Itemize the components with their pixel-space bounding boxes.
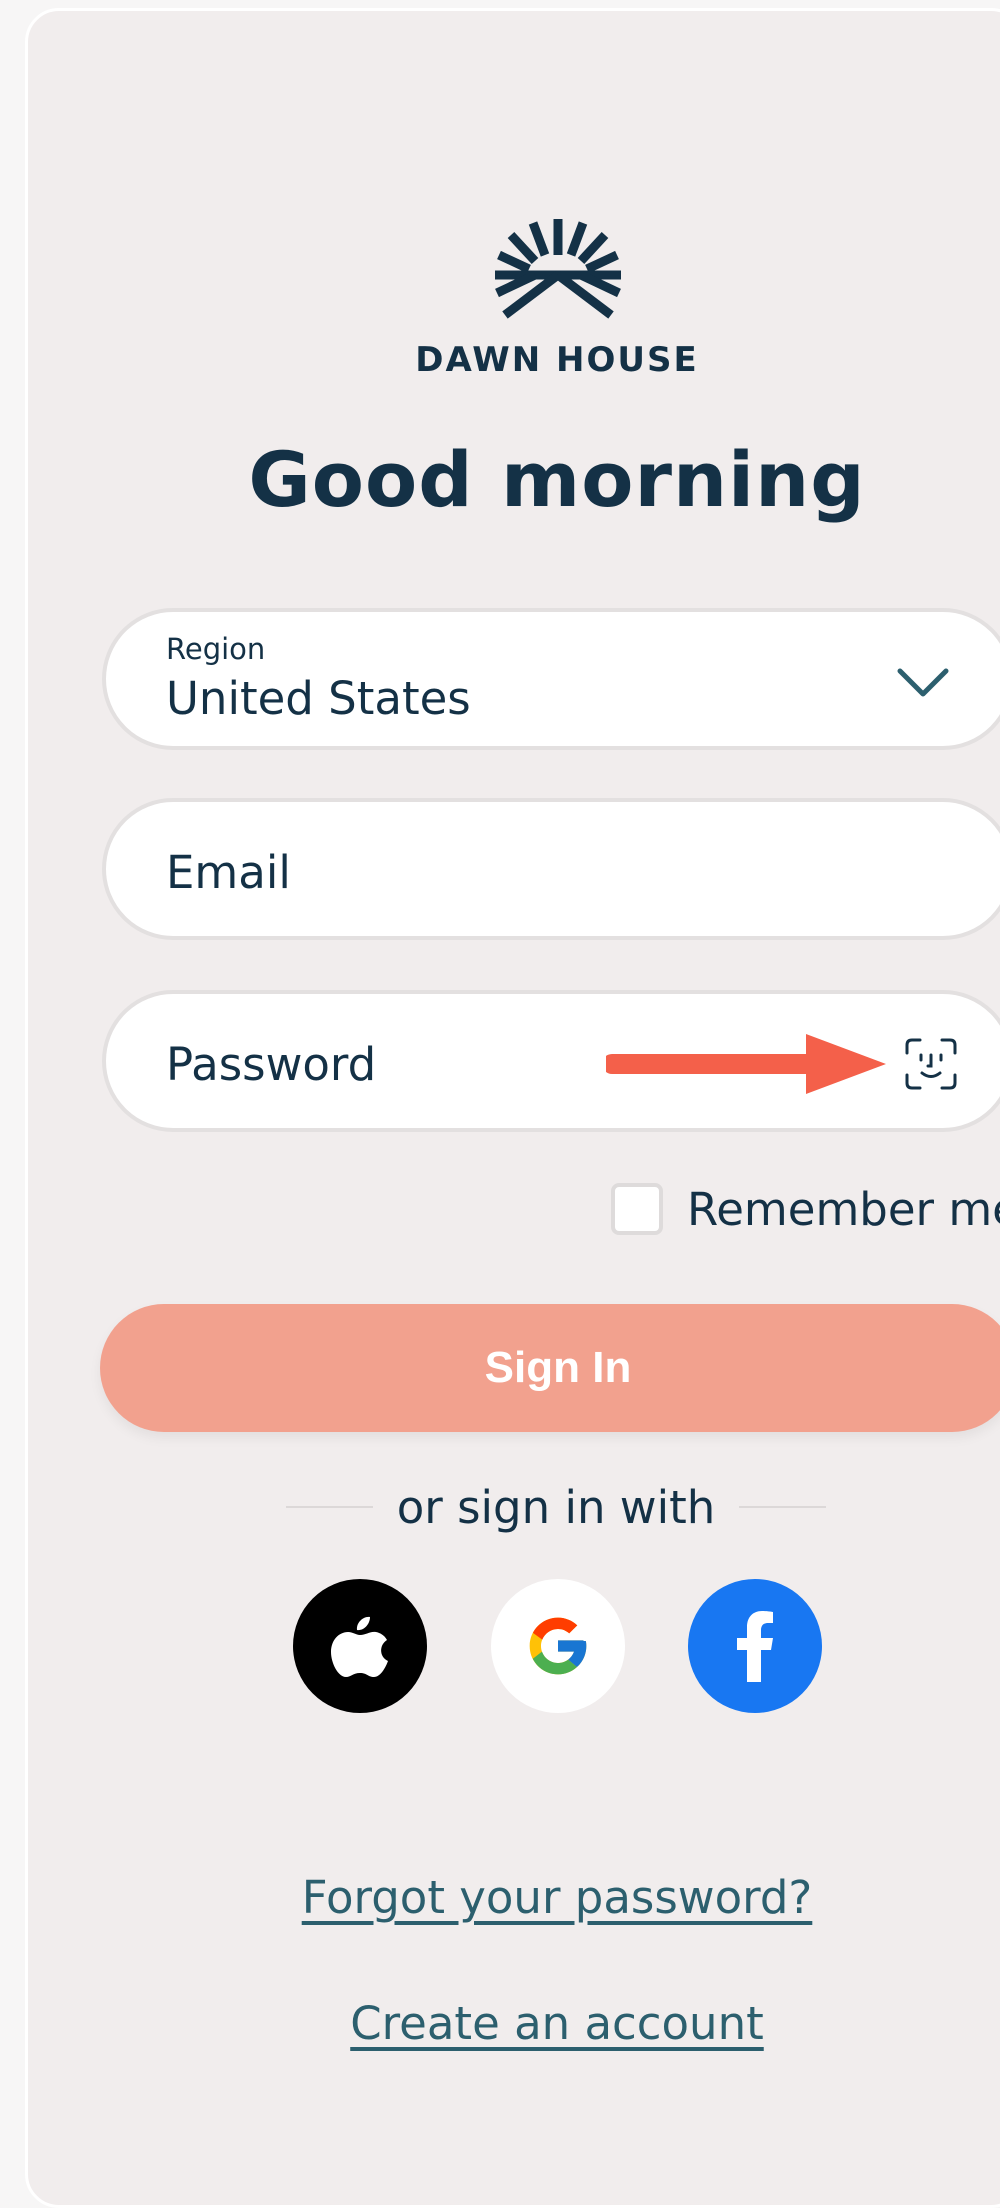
brand-wordmark: DAWN HOUSE [415, 340, 699, 380]
facebook-sign-in-button[interactable] [688, 1579, 822, 1713]
google-icon [529, 1617, 587, 1675]
apple-sign-in-button[interactable] [293, 1579, 427, 1713]
chevron-down-icon[interactable] [896, 666, 950, 700]
facebook-icon [737, 1611, 773, 1682]
apple-icon [331, 1616, 388, 1677]
divider-text: or sign in with [396, 1480, 716, 1534]
password-field[interactable]: Password [102, 990, 1000, 1132]
login-card: DAWN HOUSE Good morning Region United St… [25, 8, 1000, 2208]
divider-line-left [286, 1506, 373, 1508]
face-id-icon[interactable] [904, 1037, 958, 1091]
remember-me-checkbox[interactable] [611, 1183, 663, 1235]
divider-line-right [739, 1506, 827, 1508]
remember-me[interactable]: Remember me [611, 1181, 1000, 1237]
region-label: Region [166, 632, 266, 666]
region-value: United States [166, 672, 471, 725]
remember-me-label: Remember me [687, 1182, 1000, 1236]
email-field[interactable]: Email [102, 798, 1000, 940]
create-account-link[interactable]: Create an account [28, 1997, 1000, 2050]
arrow-right-icon [606, 1034, 886, 1094]
google-sign-in-button[interactable] [491, 1579, 625, 1713]
sign-in-button[interactable]: Sign In [100, 1304, 1000, 1432]
dawn-house-sun-logo-icon [495, 219, 621, 319]
page-title: Good morning [248, 435, 866, 524]
password-placeholder: Password [166, 1038, 377, 1091]
email-placeholder: Email [166, 846, 291, 899]
region-select[interactable]: Region United States [102, 608, 1000, 750]
forgot-password-link[interactable]: Forgot your password? [28, 1871, 1000, 1924]
social-divider: or sign in with [286, 1479, 827, 1535]
